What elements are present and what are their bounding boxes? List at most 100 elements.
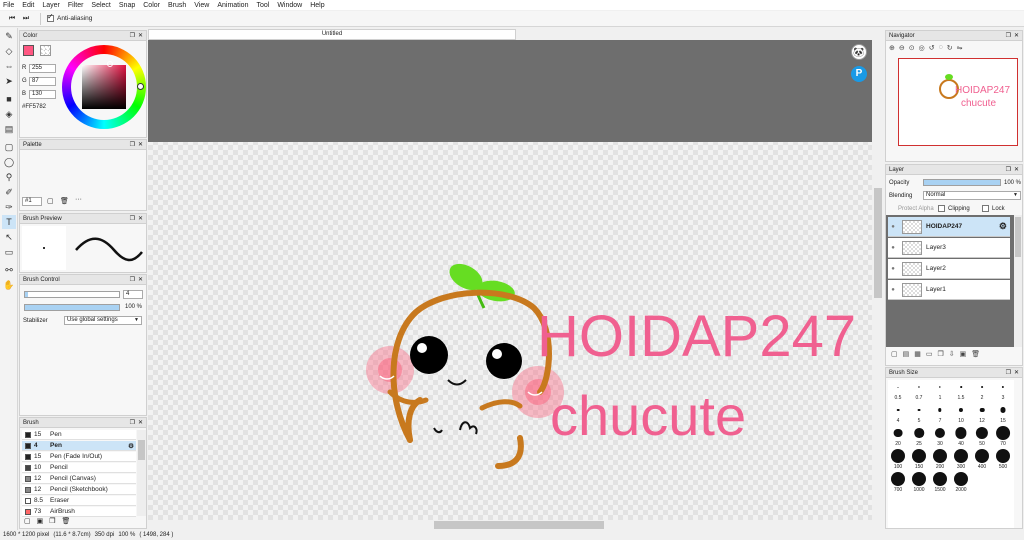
b-field[interactable]: 130	[29, 90, 56, 99]
divide-icon[interactable]: ▭	[2, 245, 16, 259]
new-halftone-layer-icon[interactable]: ▤	[903, 350, 910, 358]
close-icon[interactable]: ✕	[1014, 32, 1019, 39]
blending-dropdown[interactable]: Normal ▼	[923, 191, 1021, 200]
sv-marker[interactable]	[107, 61, 113, 67]
canvas-horizontal-scrollbar[interactable]	[148, 520, 872, 530]
secondary-color-swatch[interactable]	[40, 45, 51, 56]
menu-item-layer[interactable]: Layer	[42, 2, 60, 9]
brush-size-cell[interactable]: 1	[930, 380, 950, 401]
antialias-checkbox[interactable]	[47, 12, 54, 22]
palette-selector[interactable]: #1	[22, 197, 42, 206]
copy-brush-icon[interactable]: ❐	[49, 517, 55, 525]
lasso-move-icon[interactable]: ⇔	[2, 59, 16, 73]
brush-size-cell[interactable]: 2000	[951, 472, 971, 493]
menu-item-snap[interactable]: Snap	[119, 2, 135, 9]
visibility-icon[interactable]: ●	[888, 224, 898, 230]
brush-item[interactable]: 8.5 Eraser	[22, 496, 136, 506]
menu-item-file[interactable]: File	[3, 2, 14, 9]
menu-item-filter[interactable]: Filter	[68, 2, 84, 9]
move-tool-icon[interactable]: ➤	[2, 74, 16, 88]
brush-size-cell[interactable]: 40	[951, 426, 971, 447]
visibility-icon[interactable]: ●	[888, 287, 898, 293]
float-icon[interactable]: ❐	[130, 419, 135, 426]
float-icon[interactable]: ❐	[130, 141, 135, 148]
menu-item-window[interactable]: Window	[277, 2, 302, 9]
brush-size-cell[interactable]: 10	[951, 403, 971, 424]
brush-size-cell[interactable]: 1500	[930, 472, 950, 493]
close-icon[interactable]: ✕	[138, 32, 143, 39]
brush-size-cell[interactable]: 200	[930, 449, 950, 470]
add-brush-icon[interactable]: ▣	[37, 517, 44, 525]
zoom-reset-icon[interactable]: ◎	[919, 44, 925, 52]
brush-size-cell[interactable]: 5	[909, 403, 929, 424]
layer-row[interactable]: ● Layer3	[888, 238, 1010, 258]
brush-size-cell[interactable]: 500	[993, 449, 1013, 470]
brush-size-cell[interactable]: 0.7	[909, 380, 929, 401]
menu-item-tool[interactable]: Tool	[256, 2, 269, 9]
saturation-value-square[interactable]	[82, 65, 126, 109]
brush-item[interactable]: 15 Pen	[22, 430, 136, 440]
fill-rect-icon[interactable]: ■	[2, 92, 16, 106]
palette-more-icon[interactable]: ···	[75, 196, 82, 203]
gear-icon[interactable]: ⚙	[128, 442, 134, 450]
clear-layer-icon[interactable]: ▣	[960, 350, 967, 358]
new-folder-icon[interactable]: ▭	[926, 350, 933, 358]
close-icon[interactable]: ✕	[1014, 369, 1019, 376]
float-icon[interactable]: ❐	[1006, 166, 1011, 173]
float-icon[interactable]: ❐	[1006, 32, 1011, 39]
menu-item-color[interactable]: Color	[143, 2, 160, 9]
merge-down-icon[interactable]: ⇩	[949, 350, 955, 358]
lasso-icon[interactable]: ◯	[2, 155, 16, 169]
stabilizer-dropdown[interactable]: Use global settings ▼	[64, 316, 142, 325]
brush-size-slider[interactable]	[24, 291, 120, 298]
brush-size-cell[interactable]: 700	[888, 472, 908, 493]
forward-icon[interactable]: ⏭	[20, 13, 32, 25]
hscroll-thumb[interactable]	[434, 521, 604, 529]
brush-item[interactable]: 12 Pencil (Sketchbook)	[22, 485, 136, 495]
select-eraser-icon[interactable]: ✑	[2, 200, 16, 214]
new-layer-icon[interactable]: ▢	[891, 350, 898, 358]
visibility-icon[interactable]: ●	[888, 266, 898, 272]
menu-item-edit[interactable]: Edit	[22, 2, 34, 9]
brush-size-cell[interactable]: 150	[909, 449, 929, 470]
hand-icon[interactable]: ✋	[2, 278, 16, 292]
brush-size-cell[interactable]: 4	[888, 403, 908, 424]
operation-icon[interactable]: ↖	[2, 230, 16, 244]
float-icon[interactable]: ❐	[130, 276, 135, 283]
brush-item[interactable]: 12 Pencil (Canvas)	[22, 474, 136, 484]
brush-size-cell[interactable]: 70	[993, 426, 1013, 447]
brush-item[interactable]: 4 Pen ⚙	[22, 441, 136, 451]
bucket-fill-icon[interactable]: ◈	[2, 107, 16, 121]
brush-size-cell[interactable]: 1000	[909, 472, 929, 493]
brush-size-cell[interactable]: 2	[972, 380, 992, 401]
new-brush-icon[interactable]: ▢	[24, 517, 31, 525]
brush-item[interactable]: 10 Pencil	[22, 463, 136, 473]
brush-size-cell[interactable]: 15	[993, 403, 1013, 424]
brush-size-cell[interactable]: 12	[972, 403, 992, 424]
brush-size-cell[interactable]: 20	[888, 426, 908, 447]
gear-icon[interactable]: ⚙	[999, 221, 1007, 232]
brush-size-cell[interactable]: 50	[972, 426, 992, 447]
layer-row[interactable]: ● Layer1	[888, 280, 1010, 300]
brush-size-cell[interactable]: 0.5	[888, 380, 908, 401]
brush-item[interactable]: 15 Pen (Fade In/Out)	[22, 452, 136, 462]
canvas-area[interactable]: 🐼 P HOIDAP247 chucute	[148, 40, 872, 520]
brush-list-scrollbar[interactable]	[137, 430, 146, 516]
brush-size-cell[interactable]: 25	[909, 426, 929, 447]
primary-color-swatch[interactable]	[23, 45, 34, 56]
brush-size-cell[interactable]: 3	[993, 380, 1013, 401]
eyedropper-icon[interactable]: ⚯	[2, 263, 16, 277]
layer-row[interactable]: ● HOIDAP247 ⚙	[888, 217, 1010, 237]
zoom-in-icon[interactable]: ⊕	[889, 44, 895, 52]
hue-marker[interactable]	[137, 83, 144, 90]
brush-size-cell[interactable]: 1.5	[951, 380, 971, 401]
duplicate-layer-icon[interactable]: ❐	[938, 350, 944, 358]
brush-size-cell[interactable]: 300	[951, 449, 971, 470]
menu-item-brush[interactable]: Brush	[168, 2, 186, 9]
brush-size-field[interactable]: 4	[123, 290, 143, 299]
brush-size-cell[interactable]: 100	[888, 449, 908, 470]
navigator-preview[interactable]: HOIDAP247 chucute	[898, 58, 1018, 146]
menu-item-help[interactable]: Help	[310, 2, 324, 9]
delete-layer-icon[interactable]: 🗑	[971, 350, 980, 358]
gradient-icon[interactable]: ▤	[2, 122, 16, 136]
